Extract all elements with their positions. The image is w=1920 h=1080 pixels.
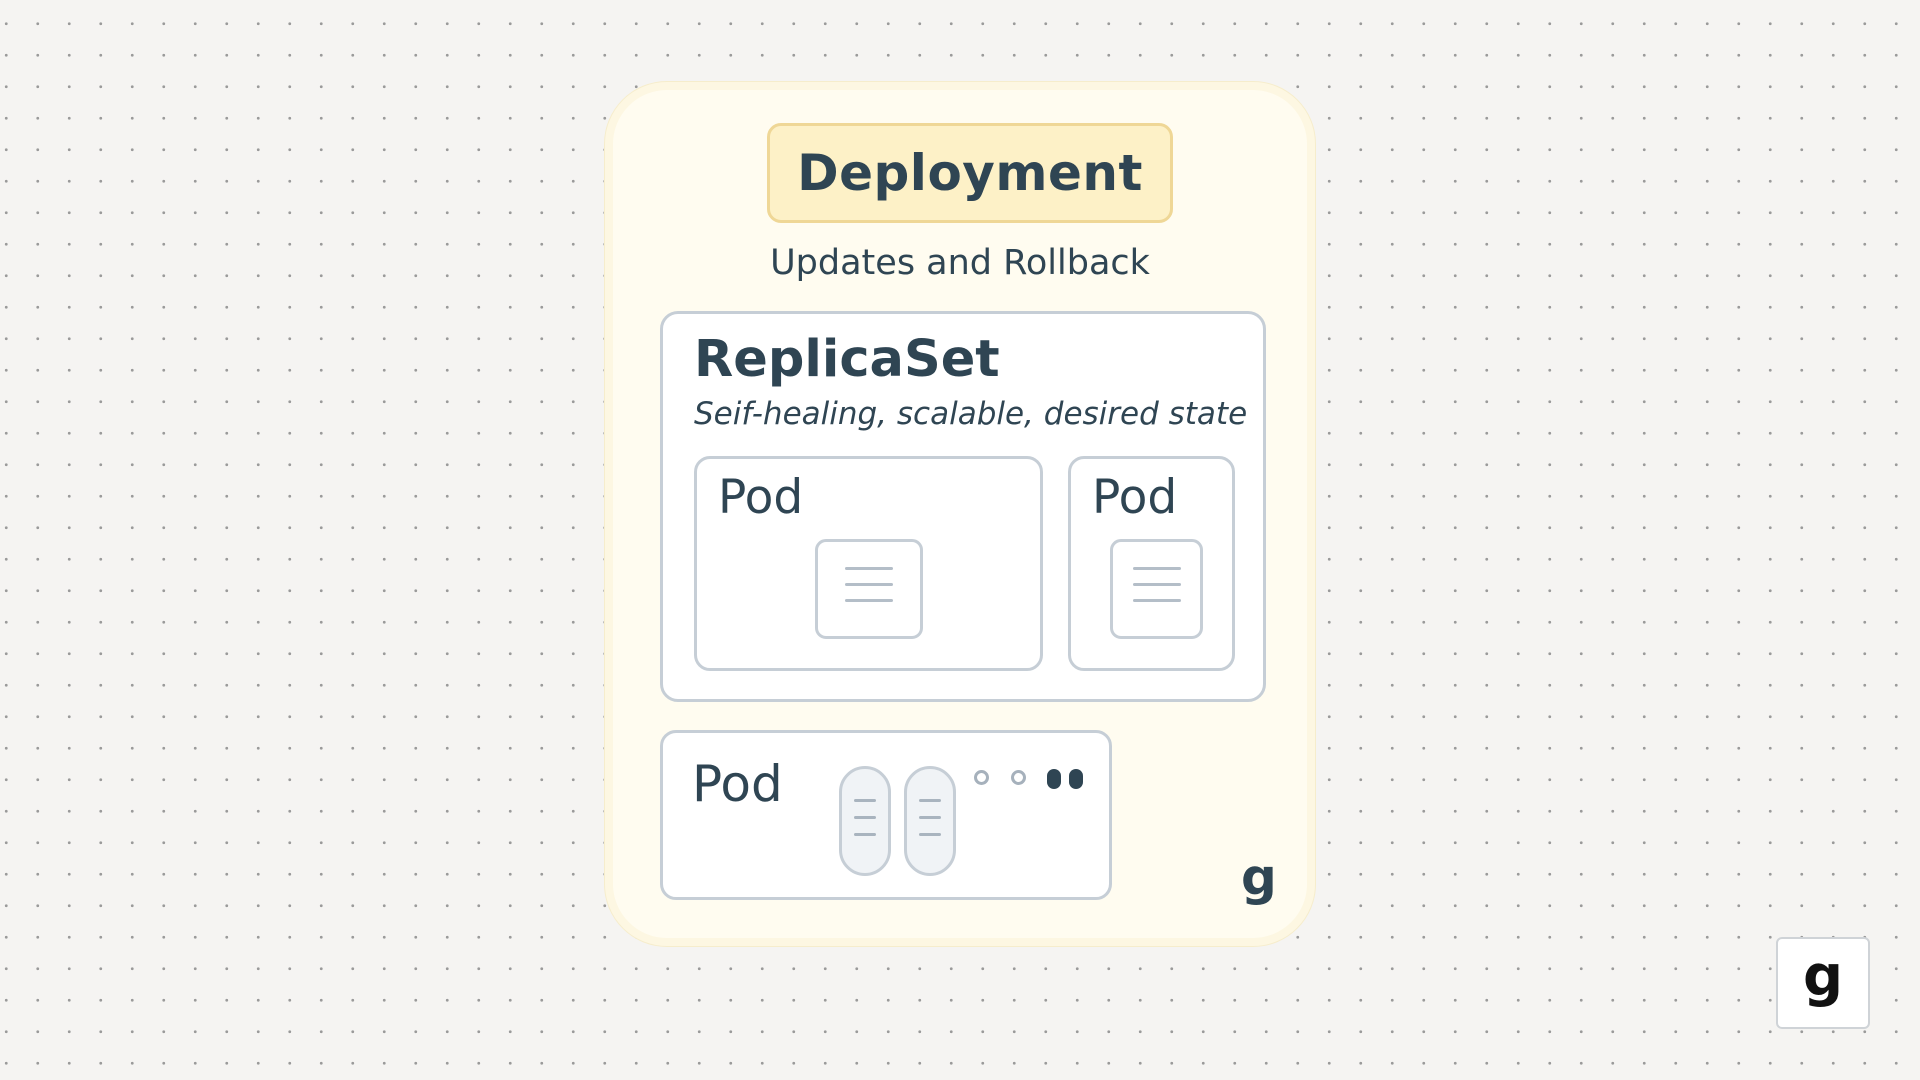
deployment-card: Deployment Updates and Rollback ReplicaS… — [605, 82, 1315, 946]
replicaset-title: ReplicaSet — [694, 330, 1000, 389]
deployment-title-box: Deployment — [767, 123, 1173, 223]
standalone-pod: Pod — [660, 730, 1112, 900]
pod-label: Pod — [692, 755, 783, 813]
filled-pill-icon — [1047, 769, 1061, 789]
empty-circle-icon — [1011, 770, 1026, 785]
replicaset-pod-1: Pod — [694, 456, 1043, 671]
container-capsule-icon — [904, 766, 956, 876]
container-icon — [1110, 539, 1203, 639]
container-capsule-icon — [839, 766, 891, 876]
pod-label: Pod — [718, 470, 804, 525]
replicaset-subtitle: Seif-healing, scalable, desired state — [694, 396, 1248, 432]
deployment-subtitle: Updates and Rollback — [770, 243, 1150, 283]
replicaset-box: ReplicaSet Seif-healing, scalable, desir… — [660, 311, 1266, 702]
filled-pill-icon — [1069, 769, 1083, 789]
card-logo-icon: g — [1241, 848, 1277, 906]
empty-circle-icon — [974, 770, 989, 785]
pod-label: Pod — [1092, 470, 1178, 525]
deployment-title: Deployment — [797, 144, 1143, 202]
corner-logo-button[interactable]: g — [1776, 937, 1870, 1029]
container-icon — [815, 539, 923, 639]
replicaset-pod-2: Pod — [1068, 456, 1235, 671]
